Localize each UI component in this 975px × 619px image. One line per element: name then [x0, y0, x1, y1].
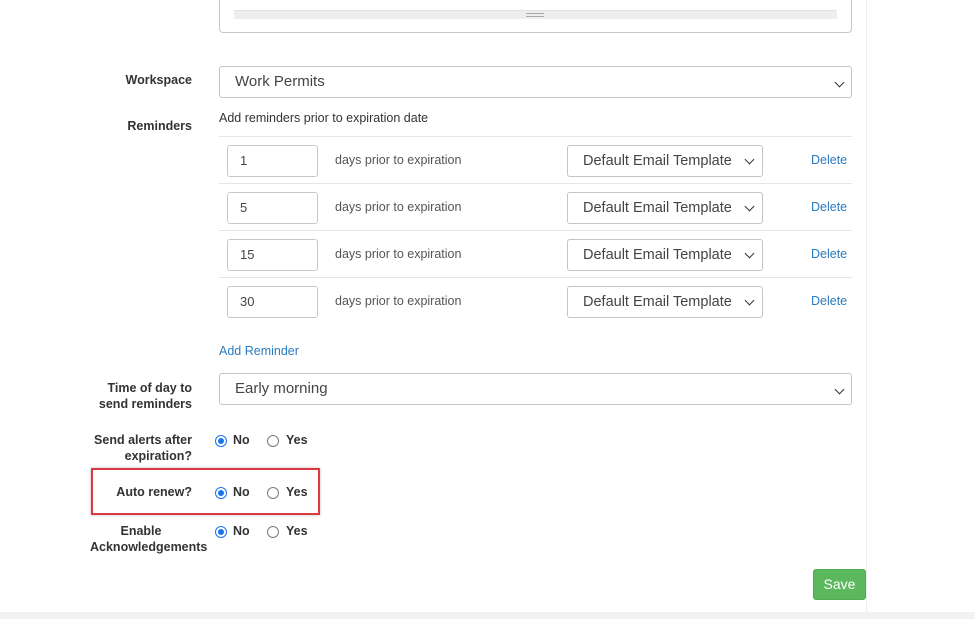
send-alerts-no-radio[interactable]: [215, 435, 227, 447]
reminder-row: 30 days prior to expiration Default Emai…: [219, 277, 852, 324]
send-alerts-yes-radio[interactable]: [267, 435, 279, 447]
right-gutter: [866, 0, 975, 619]
page-footer-strip: [0, 612, 975, 619]
reminder-days-text: days prior to expiration: [335, 247, 462, 261]
chevron-down-icon: [744, 154, 755, 165]
reminder-days-input[interactable]: 1: [227, 145, 318, 177]
acknowledgements-label-line2: Acknowledgements: [90, 540, 208, 554]
editor-resize-bar[interactable]: [234, 10, 837, 19]
acknowledgements-no-label: No: [233, 524, 250, 538]
auto-renew-no-radio[interactable]: [215, 487, 227, 499]
reminder-delete-link[interactable]: Delete: [811, 247, 847, 261]
reminder-delete-link[interactable]: Delete: [811, 294, 847, 308]
add-reminder-link[interactable]: Add Reminder: [219, 344, 299, 358]
chevron-down-icon: [744, 248, 755, 259]
send-alerts-label-line2: expiration?: [124, 449, 192, 463]
time-of-day-label: Time of day to send reminders: [60, 380, 192, 412]
reminder-days-input[interactable]: 5: [227, 192, 318, 224]
send-alerts-no-label: No: [233, 433, 250, 447]
reminder-row: 5 days prior to expiration Default Email…: [219, 183, 852, 230]
auto-renew-label: Auto renew?: [116, 485, 192, 499]
chevron-down-icon: [744, 201, 755, 212]
time-of-day-label-line1: Time of day to: [107, 381, 192, 395]
reminder-days-text: days prior to expiration: [335, 200, 462, 214]
reminder-template-value: Default Email Template: [583, 294, 732, 310]
acknowledgements-label: Enable Acknowledgements: [60, 523, 208, 555]
auto-renew-radio-group: No Yes: [215, 485, 325, 505]
reminder-delete-link[interactable]: Delete: [811, 153, 847, 167]
reminder-template-select[interactable]: Default Email Template: [567, 192, 763, 224]
reminder-template-value: Default Email Template: [583, 247, 732, 263]
save-button[interactable]: Save: [813, 569, 866, 600]
acknowledgements-no-radio[interactable]: [215, 526, 227, 538]
acknowledgements-radio-group: No Yes: [215, 524, 325, 544]
reminder-template-value: Default Email Template: [583, 153, 732, 169]
auto-renew-yes-radio[interactable]: [267, 487, 279, 499]
time-of-day-select[interactable]: Early morning: [219, 373, 852, 405]
resize-grip-icon[interactable]: [526, 13, 544, 17]
reminder-row: 1 days prior to expiration Default Email…: [219, 136, 852, 183]
send-alerts-yes-label: Yes: [286, 433, 308, 447]
reminder-template-value: Default Email Template: [583, 200, 732, 216]
send-alerts-radio-group: No Yes: [215, 433, 325, 453]
acknowledgements-yes-radio[interactable]: [267, 526, 279, 538]
reminder-template-select[interactable]: Default Email Template: [567, 286, 763, 318]
settings-form: Workspace Work Permits Reminders Add rem…: [0, 0, 975, 619]
reminder-days-input[interactable]: 15: [227, 239, 318, 271]
reminder-template-select[interactable]: Default Email Template: [567, 239, 763, 271]
reminders-label: Reminders: [127, 119, 192, 133]
chevron-down-icon: [744, 295, 755, 306]
workspace-label: Workspace: [125, 73, 192, 87]
chevron-down-icon: [834, 77, 845, 88]
reminder-days-text: days prior to expiration: [335, 153, 462, 167]
time-of-day-label-line2: send reminders: [98, 397, 192, 411]
reminder-days-text: days prior to expiration: [335, 294, 462, 308]
description-editor[interactable]: [219, 0, 852, 33]
reminder-template-select[interactable]: Default Email Template: [567, 145, 763, 177]
chevron-down-icon: [834, 384, 845, 395]
auto-renew-no-label: No: [233, 485, 250, 499]
acknowledgements-yes-label: Yes: [286, 524, 308, 538]
time-of-day-value: Early morning: [235, 380, 328, 397]
workspace-select[interactable]: Work Permits: [219, 66, 852, 98]
reminder-row: 15 days prior to expiration Default Emai…: [219, 230, 852, 277]
send-alerts-label: Send alerts after expiration?: [60, 432, 192, 464]
send-alerts-label-line1: Send alerts after: [94, 433, 192, 447]
auto-renew-yes-label: Yes: [286, 485, 308, 499]
reminder-delete-link[interactable]: Delete: [811, 200, 847, 214]
workspace-value: Work Permits: [235, 73, 325, 90]
reminder-days-input[interactable]: 30: [227, 286, 318, 318]
acknowledgements-label-line1: Enable: [120, 524, 162, 538]
reminders-hint: Add reminders prior to expiration date: [219, 111, 429, 125]
